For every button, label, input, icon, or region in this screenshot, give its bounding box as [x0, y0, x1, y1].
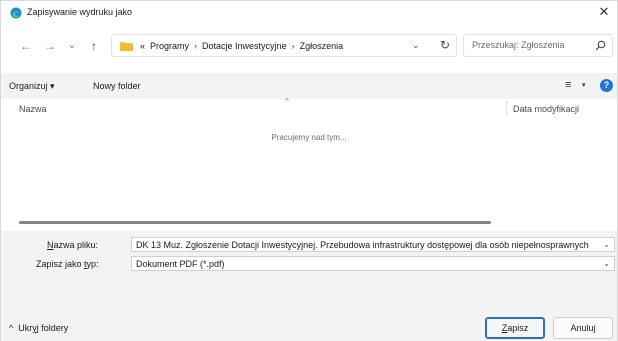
- breadcrumb-separator[interactable]: ›: [292, 41, 295, 51]
- breadcrumb: « Programy › Dotacje Inwestycyjne › Zgło…: [140, 41, 343, 51]
- search-box[interactable]: [463, 34, 613, 57]
- horizontal-scrollbar[interactable]: [19, 221, 491, 224]
- chevron-up-icon: ^: [9, 323, 14, 333]
- breadcrumb-separator[interactable]: ›: [194, 41, 197, 51]
- recent-locations-icon[interactable]: ⌄: [65, 39, 79, 53]
- save-dialog: Zapisywanie wydruku jako ✕ ← → ⌄ ↑ « Pro…: [0, 0, 618, 341]
- column-divider[interactable]: [506, 101, 507, 115]
- close-icon[interactable]: ✕: [597, 5, 611, 19]
- refresh-icon[interactable]: ↻: [437, 37, 453, 53]
- address-bar[interactable]: « Programy › Dotacje Inwestycyjne › Zgło…: [111, 34, 457, 57]
- breadcrumb-item[interactable]: Zgłoszenia: [300, 41, 344, 51]
- search-input[interactable]: [472, 40, 590, 50]
- filename-dropdown-icon[interactable]: ⌄: [603, 240, 610, 249]
- loading-status-text: Pracujemy nad tym...: [271, 133, 347, 142]
- file-type-value[interactable]: Dokument PDF (*.pdf): [136, 259, 225, 269]
- cancel-button[interactable]: Anuluj: [553, 317, 613, 339]
- column-header-date-modified[interactable]: Data modyfikacji: [513, 104, 579, 114]
- view-dropdown-icon[interactable]: ▾: [582, 81, 586, 89]
- command-bar: Organizuj ▾ Nowy folder ≡ ▾ ?: [1, 73, 617, 99]
- filename-field[interactable]: DK 13 Muz. Zgłoszenie Dotacji Inwestycyj…: [131, 237, 615, 252]
- help-icon[interactable]: ?: [600, 79, 613, 92]
- filename-label: Nazwa pliku:: [47, 240, 99, 250]
- sort-indicator-icon: ^: [285, 97, 289, 106]
- folder-icon: [120, 42, 133, 51]
- file-type-select[interactable]: Dokument PDF (*.pdf) ⌄: [131, 256, 615, 271]
- back-arrow-icon[interactable]: ←: [19, 39, 33, 53]
- organize-menu-button[interactable]: Organizuj ▾: [9, 81, 55, 92]
- up-arrow-icon[interactable]: ↑: [87, 39, 101, 53]
- title-bar: Zapisywanie wydruku jako ✕: [1, 1, 617, 25]
- save-button[interactable]: Zapisz: [485, 317, 545, 339]
- new-folder-button[interactable]: Nowy folder: [93, 81, 141, 91]
- breadcrumb-overflow[interactable]: «: [140, 41, 145, 51]
- view-options-icon[interactable]: ≡: [565, 79, 571, 91]
- file-type-dropdown-icon[interactable]: ⌄: [603, 259, 610, 268]
- hide-folders-label: Ukryj foldery: [18, 323, 69, 333]
- forward-arrow-icon[interactable]: →: [43, 39, 57, 53]
- window-title: Zapisywanie wydruku jako: [27, 7, 133, 17]
- search-icon[interactable]: [595, 40, 606, 51]
- file-type-label: Zapisz jako typ:: [36, 259, 99, 269]
- filename-value[interactable]: DK 13 Muz. Zgłoszenie Dotacji Inwestycyj…: [136, 240, 589, 250]
- edge-browser-icon: [10, 7, 22, 19]
- column-header-name[interactable]: Nazwa: [19, 104, 47, 114]
- address-dropdown-icon[interactable]: ⌄: [412, 40, 420, 51]
- hide-folders-toggle[interactable]: ^ Ukryj foldery: [9, 323, 68, 333]
- breadcrumb-item[interactable]: Programy: [150, 41, 189, 51]
- breadcrumb-item[interactable]: Dotacje Inwestycyjne: [202, 41, 287, 51]
